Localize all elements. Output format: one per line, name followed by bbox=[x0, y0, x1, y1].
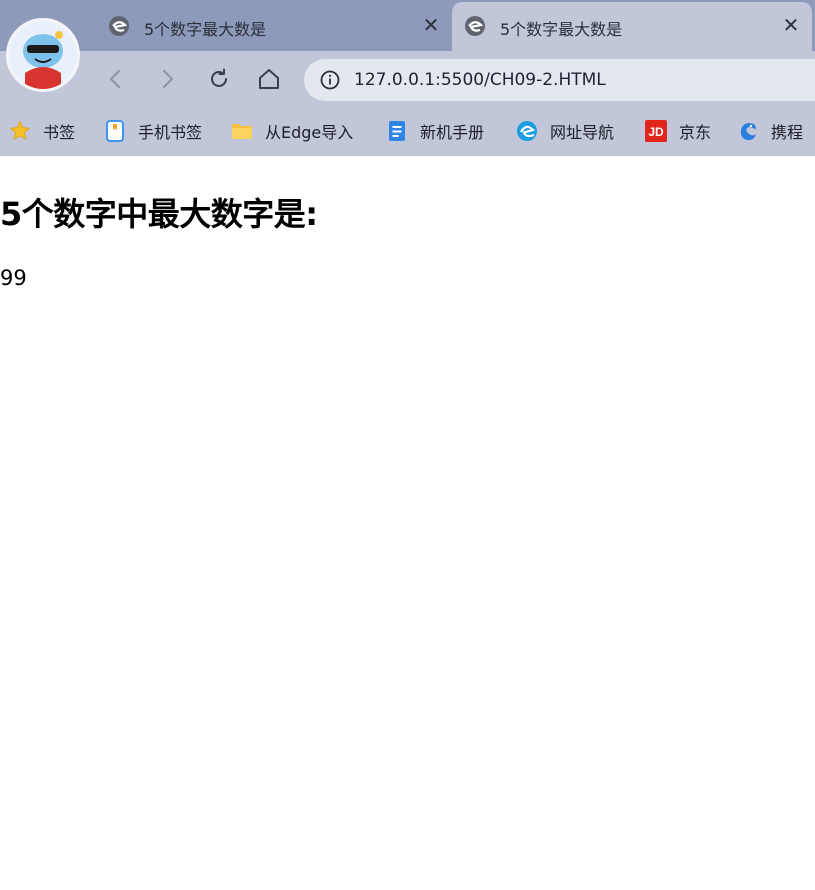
url-text[interactable]: 127.0.0.1:5500/CH09-2.HTML bbox=[354, 70, 606, 90]
back-icon[interactable] bbox=[104, 67, 128, 91]
bookmark-label: 京东 bbox=[679, 123, 712, 142]
svg-text:JD: JD bbox=[648, 125, 664, 139]
profile-avatar[interactable] bbox=[6, 18, 80, 92]
bookmark-label: 从Edge导入 bbox=[265, 123, 354, 142]
tab-1[interactable]: 5个数字最大数是 ✕ bbox=[96, 2, 452, 51]
result-value: 99 bbox=[0, 266, 27, 290]
ctrip-icon bbox=[740, 123, 756, 141]
browser-favicon-icon bbox=[109, 16, 129, 36]
page-heading: 5个数字中最大数字是: bbox=[0, 195, 318, 233]
bookmark-item[interactable]: 手机书签 bbox=[104, 118, 202, 144]
browser-favicon-icon bbox=[465, 16, 485, 36]
bookmark-label: 携程 bbox=[771, 123, 804, 142]
bookmark-label: 网址导航 bbox=[550, 123, 615, 142]
home-icon[interactable] bbox=[257, 67, 281, 91]
bookmarks-bar: 书签 手机书签 从Edge导入 新机手册 网址导航 JD 京东 携程 bbox=[0, 108, 815, 156]
close-tab-icon[interactable]: ✕ bbox=[420, 13, 442, 37]
navigation-bar: 127.0.0.1:5500/CH09-2.HTML bbox=[0, 51, 815, 108]
tab-title: 5个数字最大数是 bbox=[500, 20, 623, 39]
edge-icon bbox=[517, 121, 537, 141]
star-icon bbox=[9, 120, 31, 141]
tab-title: 5个数字最大数是 bbox=[144, 20, 267, 39]
reload-icon[interactable] bbox=[207, 67, 231, 91]
bookmark-item[interactable]: 网址导航 bbox=[516, 118, 614, 144]
bookmark-item[interactable]: 新机手册 bbox=[386, 118, 484, 144]
bookmark-item[interactable]: 携程 bbox=[737, 118, 803, 144]
bookmark-label: 书签 bbox=[43, 123, 76, 142]
jd-icon: JD bbox=[645, 120, 667, 142]
tab-2[interactable]: 5个数字最大数是 ✕ bbox=[452, 2, 812, 51]
manual-icon bbox=[389, 121, 405, 141]
page-content: 5个数字中最大数字是: 99 bbox=[0, 156, 815, 890]
bookmark-label: 新机手册 bbox=[420, 123, 485, 142]
bookmark-item[interactable]: 书签 bbox=[9, 118, 75, 144]
forward-icon[interactable] bbox=[155, 67, 179, 91]
browser-chrome: 5个数字最大数是 ✕ 5个数字最大数是 ✕ 127.0.0.1:5500/CH0… bbox=[0, 0, 815, 156]
close-tab-icon[interactable]: ✕ bbox=[780, 13, 802, 37]
bookmark-label: 手机书签 bbox=[138, 123, 203, 142]
site-info-icon[interactable] bbox=[320, 70, 340, 90]
bookmark-item[interactable]: JD 京东 bbox=[645, 118, 711, 144]
phone-bookmark-icon bbox=[106, 120, 124, 142]
bookmark-item[interactable]: 从Edge导入 bbox=[231, 118, 353, 144]
folder-icon bbox=[232, 124, 252, 139]
address-bar[interactable]: 127.0.0.1:5500/CH09-2.HTML bbox=[304, 59, 815, 101]
